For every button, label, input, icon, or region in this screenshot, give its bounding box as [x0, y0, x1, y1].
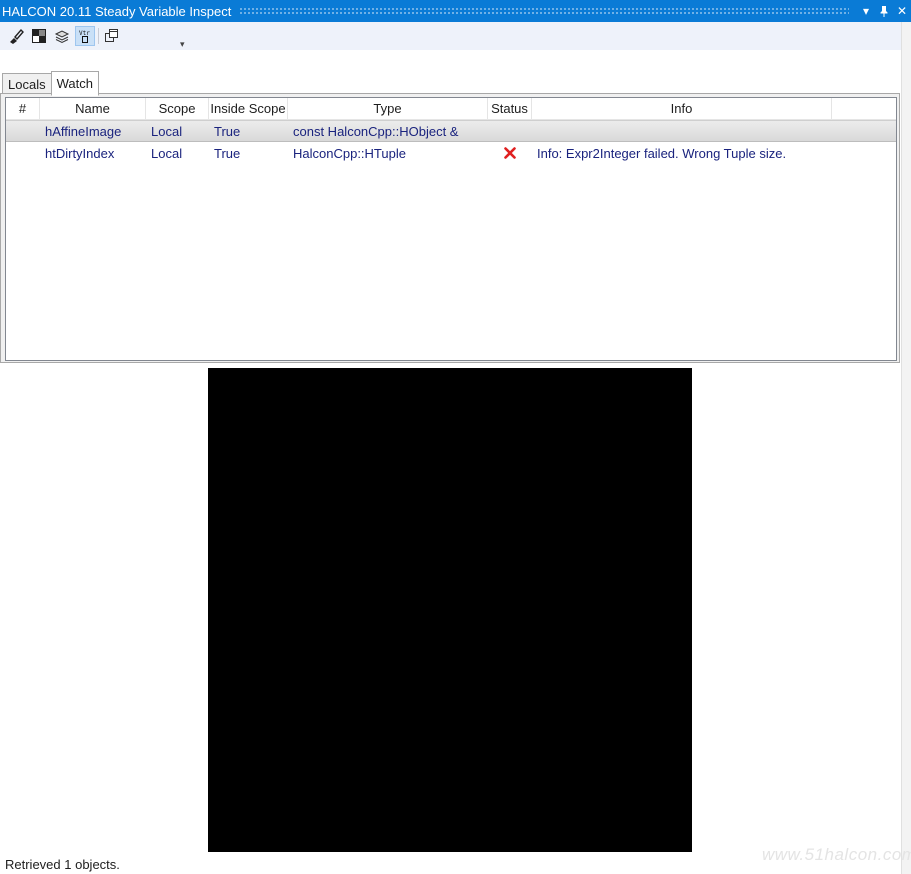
- tab-watch[interactable]: Watch: [50, 71, 99, 96]
- watermark: www.51halcon.com: [762, 845, 911, 864]
- row-name: htDirtyIndex: [45, 145, 115, 161]
- row-type: const HalconCpp::HObject &: [293, 123, 459, 139]
- grid-header: # Name Scope Inside Scope Type Status In…: [6, 98, 896, 120]
- close-icon[interactable]: ✕: [893, 0, 911, 22]
- window-icon[interactable]: [102, 26, 122, 46]
- title-bar: HALCON 20.11 Steady Variable Inspect ▾ ✕: [0, 0, 911, 22]
- watch-grid: # Name Scope Inside Scope Type Status In…: [5, 97, 897, 361]
- tab-strip: Locals Watch: [2, 71, 99, 96]
- watch-panel: # Name Scope Inside Scope Type Status In…: [0, 93, 900, 363]
- row-inside-scope: True: [214, 123, 241, 139]
- column-header-filler: [832, 98, 896, 119]
- image-viewer[interactable]: [208, 368, 692, 852]
- row-inside-scope: True: [214, 145, 241, 161]
- column-header-name[interactable]: Name: [40, 98, 146, 119]
- toolbar-separator: [98, 28, 99, 44]
- row-info: Info: Expr2Integer failed. Wrong Tuple s…: [537, 145, 787, 161]
- image-contrast-icon[interactable]: [29, 26, 49, 46]
- row-status: [488, 120, 532, 142]
- row-index: [6, 120, 40, 142]
- row-status: [488, 142, 532, 164]
- table-row[interactable]: htDirtyIndex Local True HalconCpp::HTupl…: [6, 142, 896, 164]
- column-header-type[interactable]: Type: [288, 98, 488, 119]
- tuple-icon[interactable]: Vtr: [75, 26, 95, 46]
- layers-icon[interactable]: [52, 26, 72, 46]
- column-header-scope[interactable]: Scope: [146, 98, 209, 119]
- title-grip[interactable]: [239, 7, 849, 15]
- row-name: hAffineImage: [45, 123, 122, 139]
- toolbar-overflow-icon[interactable]: ▾: [180, 39, 185, 50]
- brush-icon[interactable]: [6, 26, 26, 46]
- column-header-status[interactable]: Status: [488, 98, 532, 119]
- row-scope: Local: [151, 145, 183, 161]
- table-row[interactable]: hAffineImage Local True const HalconCpp:…: [6, 120, 896, 142]
- svg-text:Vtr: Vtr: [79, 30, 90, 37]
- row-index: [6, 142, 40, 164]
- window-title: HALCON 20.11 Steady Variable Inspect: [2, 3, 232, 19]
- error-x-icon: [504, 147, 516, 159]
- column-header-info[interactable]: Info: [532, 98, 832, 119]
- toolbar: Vtr ▾: [0, 22, 901, 50]
- right-scroll-strip: [901, 22, 911, 874]
- pin-icon[interactable]: [875, 0, 893, 22]
- column-header-index[interactable]: #: [6, 98, 40, 119]
- row-info: [532, 120, 832, 142]
- row-type: HalconCpp::HTuple: [293, 145, 406, 161]
- row-scope: Local: [151, 123, 183, 139]
- window-menu-dropdown-icon[interactable]: ▾: [857, 0, 875, 22]
- column-header-inside-scope[interactable]: Inside Scope: [209, 98, 288, 119]
- status-text: Retrieved 1 objects.: [5, 857, 120, 872]
